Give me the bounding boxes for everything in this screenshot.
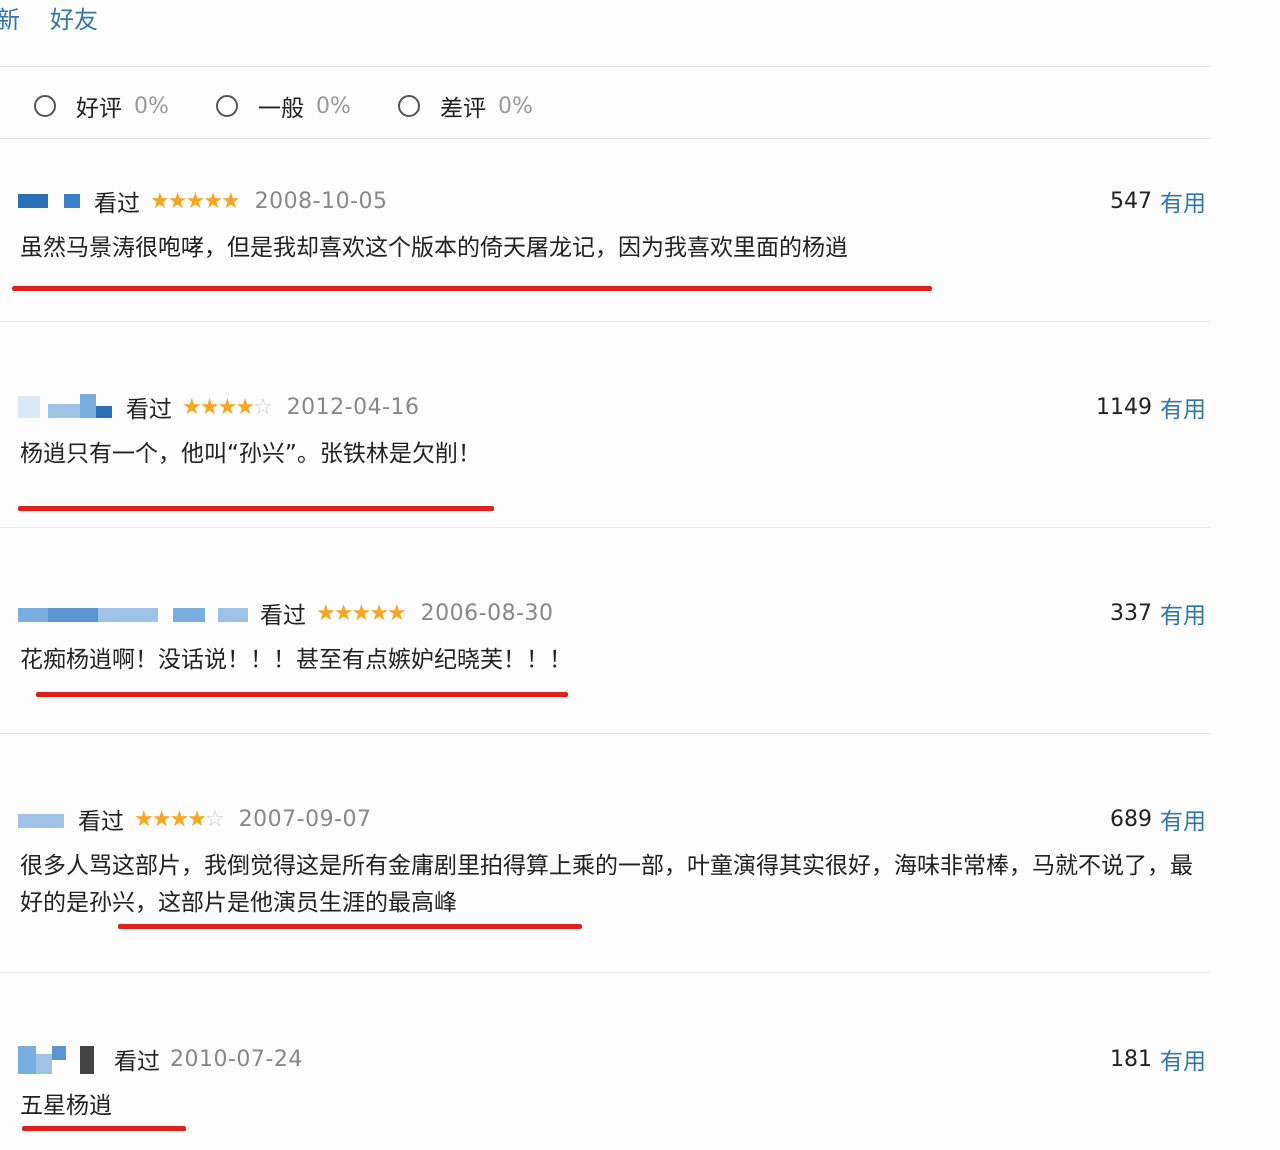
review-header: 看过 ★★★★☆ 2012-04-16: [18, 390, 420, 424]
filter-negative-label: 差评: [440, 96, 486, 122]
radio-negative[interactable]: [398, 95, 420, 117]
star-filled-icon: ★: [203, 188, 223, 214]
star-rating: ★★★★★: [316, 600, 407, 626]
review-header: 看过 2010-07-24: [18, 1042, 303, 1076]
star-filled-icon: ★: [217, 394, 237, 420]
star-rating: ★★★★☆: [182, 394, 273, 420]
filter-negative-percent: 0%: [498, 93, 533, 119]
review-date: 2012-04-16: [286, 394, 420, 420]
review-header: 看过 ★★★★★ 2008-10-05: [18, 184, 388, 218]
radio-positive[interactable]: [34, 95, 56, 117]
star-filled-icon: ★: [150, 188, 170, 214]
user-avatar-pixelated[interactable]: [18, 1046, 102, 1074]
watched-label: 看过: [94, 191, 140, 217]
highlight-underline: [18, 506, 494, 511]
watched-label: 看过: [126, 397, 172, 423]
divider: [0, 321, 1210, 322]
divider: [0, 733, 1210, 734]
reviews-page: 新 好友 好评 0% 一般 0% 差评 0% 看过 ★★★★★ 2008-10-…: [0, 0, 1280, 1150]
filter-positive-percent: 0%: [134, 93, 169, 119]
tab-new[interactable]: 新: [0, 4, 20, 36]
star-rating: ★★★★☆: [134, 806, 225, 832]
filter-neutral-label: 一般: [258, 96, 304, 122]
divider: [0, 527, 1210, 528]
filter-positive-label: 好评: [76, 96, 122, 122]
watched-label: 看过: [78, 809, 124, 835]
highlight-underline: [118, 924, 582, 929]
review-text: 五星杨逍: [20, 1093, 112, 1119]
vote-count: 689: [1110, 806, 1152, 832]
review-text: 花痴杨逍啊！没话说！！！甚至有点嫉妒纪晓芙！！！: [20, 647, 572, 673]
star-filled-icon: ★: [167, 188, 188, 214]
useful-button[interactable]: 有用: [1160, 390, 1206, 424]
review-header: 看过 ★★★★★ 2006-08-30: [18, 596, 554, 630]
user-avatar-pixelated[interactable]: [18, 806, 66, 832]
vote-area: 181 有用: [1110, 1042, 1206, 1076]
star-filled-icon: ★: [316, 600, 336, 626]
user-avatar-pixelated[interactable]: [18, 600, 248, 626]
divider: [0, 972, 1210, 973]
user-avatar-pixelated[interactable]: [18, 188, 82, 214]
review-header: 看过 ★★★★☆ 2007-09-07: [18, 802, 372, 836]
watched-label: 看过: [114, 1049, 160, 1075]
star-filled-icon: ★: [333, 600, 354, 626]
highlight-underline: [22, 1126, 186, 1131]
review-date: 2010-07-24: [170, 1046, 303, 1072]
vote-count: 337: [1110, 600, 1152, 626]
highlight-underline: [12, 286, 932, 291]
vote-area: 689 有用: [1110, 802, 1206, 836]
star-filled-icon: ★: [169, 806, 189, 832]
star-empty-icon: ☆: [204, 806, 225, 832]
review-text: 虽然马景涛很咆哮，但是我却喜欢这个版本的倚天屠龙记，因为我喜欢里面的杨逍: [20, 235, 848, 261]
tab-friends[interactable]: 好友: [50, 4, 98, 36]
star-filled-icon: ★: [235, 394, 255, 420]
review-text: 很多人骂这部片，我倒觉得这是所有金庸剧里拍得算上乘的一部，叶童演得其实很好，海味…: [20, 853, 1193, 916]
vote-count: 547: [1110, 188, 1152, 214]
useful-button[interactable]: 有用: [1160, 1042, 1206, 1076]
star-filled-icon: ★: [185, 188, 205, 214]
review-date: 2008-10-05: [254, 188, 388, 214]
radio-neutral[interactable]: [216, 95, 238, 117]
vote-count: 1149: [1096, 394, 1152, 420]
divider: [0, 138, 1210, 139]
vote-count: 181: [1110, 1046, 1152, 1072]
review-date: 2006-08-30: [420, 600, 554, 626]
star-filled-icon: ★: [151, 806, 172, 832]
useful-button[interactable]: 有用: [1160, 596, 1206, 630]
star-filled-icon: ★: [369, 600, 389, 626]
watched-label: 看过: [260, 603, 306, 629]
useful-button[interactable]: 有用: [1160, 184, 1206, 218]
filter-neutral-percent: 0%: [316, 93, 351, 119]
vote-area: 1149 有用: [1096, 390, 1206, 424]
review-date: 2007-09-07: [238, 806, 372, 832]
star-filled-icon: ★: [187, 806, 207, 832]
filter-positive[interactable]: 好评 0%: [34, 86, 169, 126]
vote-area: 337 有用: [1110, 596, 1206, 630]
user-avatar-pixelated[interactable]: [18, 394, 114, 420]
review-text: 杨逍只有一个，他叫“孙兴”。张铁林是欠削！: [20, 441, 481, 467]
star-filled-icon: ★: [351, 600, 371, 626]
star-rating: ★★★★★: [150, 188, 241, 214]
filter-negative[interactable]: 差评 0%: [398, 86, 533, 126]
star-filled-icon: ★: [182, 394, 202, 420]
useful-button[interactable]: 有用: [1160, 802, 1206, 836]
star-empty-icon: ☆: [252, 394, 273, 420]
star-filled-icon: ★: [134, 806, 154, 832]
filter-neutral[interactable]: 一般 0%: [216, 86, 351, 126]
star-filled-icon: ★: [199, 394, 220, 420]
star-filled-icon: ★: [220, 188, 241, 214]
star-filled-icon: ★: [386, 600, 407, 626]
vote-area: 547 有用: [1110, 184, 1206, 218]
highlight-underline: [36, 692, 568, 697]
divider: [0, 66, 1210, 67]
